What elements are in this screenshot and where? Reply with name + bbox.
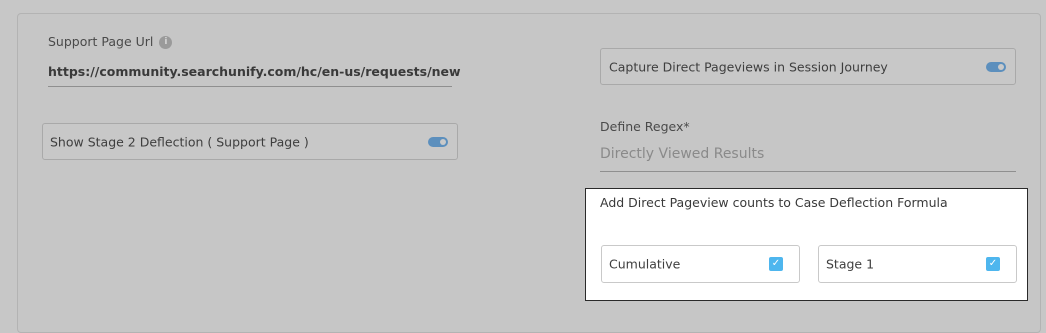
case-deflection-formula-section: Add Direct Pageview counts to Case Defle… [585,188,1028,301]
formula-title: Add Direct Pageview counts to Case Defle… [600,195,948,210]
capture-direct-pageviews-toggle[interactable] [986,61,1006,72]
cumulative-option[interactable]: Cumulative ✓ [601,245,800,283]
support-page-url-label-text: Support Page Url [48,34,154,49]
support-page-url-underline [48,86,452,87]
capture-direct-pageviews-label: Capture Direct Pageviews in Session Jour… [609,59,888,74]
stage2-deflection-label: Show Stage 2 Deflection ( Support Page ) [50,134,309,149]
support-page-url-value[interactable]: https://community.searchunify.com/hc/en-… [48,64,461,79]
stage2-deflection-toggle[interactable] [428,136,448,147]
stage1-checkbox[interactable]: ✓ [986,257,1000,271]
capture-direct-pageviews-setting: Capture Direct Pageviews in Session Jour… [600,48,1016,85]
define-regex-underline [600,171,1016,172]
define-regex-input[interactable]: Directly Viewed Results [600,146,764,162]
support-page-url-label: Support Page Url i [48,34,173,49]
define-regex-label: Define Regex* [600,119,690,134]
stage2-deflection-setting: Show Stage 2 Deflection ( Support Page ) [42,123,458,160]
stage1-label: Stage 1 [826,256,875,272]
cumulative-checkbox[interactable]: ✓ [769,257,783,271]
stage1-option[interactable]: Stage 1 ✓ [818,245,1017,283]
info-icon[interactable]: i [159,36,173,49]
cumulative-label: Cumulative [609,256,681,272]
